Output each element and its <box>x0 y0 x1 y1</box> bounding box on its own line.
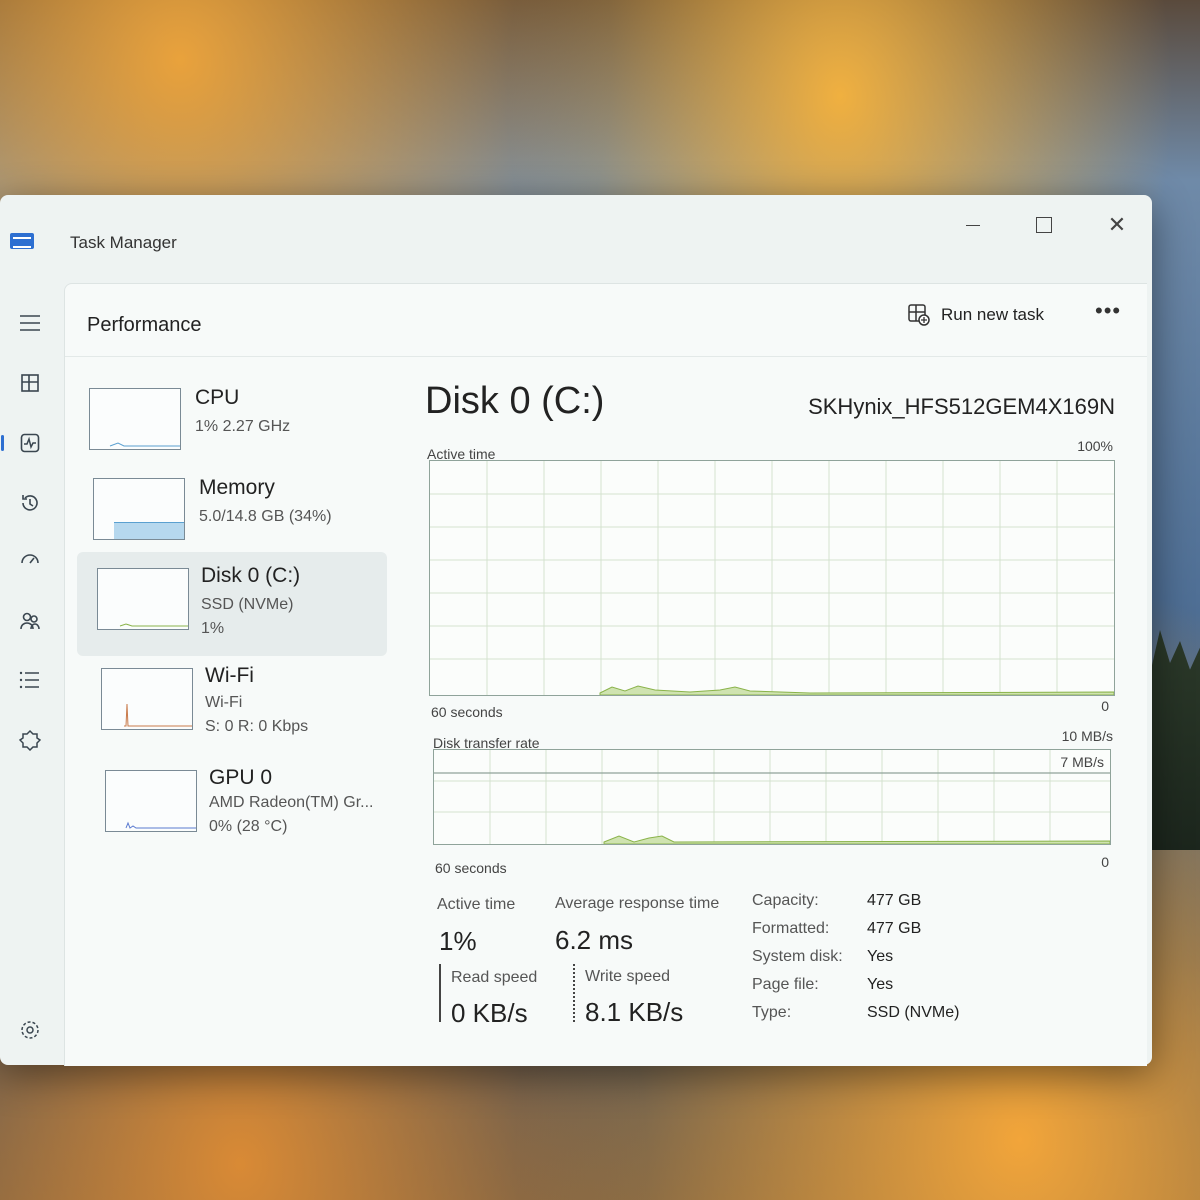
menu-button[interactable] <box>10 303 50 343</box>
resource-detail: Wi-Fi <box>205 694 243 711</box>
settings-button[interactable] <box>10 1010 50 1050</box>
cpu-thumbnail-graph <box>89 388 181 450</box>
nav-app-history[interactable] <box>10 483 50 523</box>
transfer-rate-max-label: 10 MB/s <box>1061 728 1113 744</box>
type-value: SSD (NVMe) <box>867 1004 960 1021</box>
users-icon <box>20 612 40 630</box>
minimize-icon <box>966 224 980 226</box>
resource-usage: 0% (28 °C) <box>209 818 288 835</box>
performance-panel: Performance Run new task ••• CPU 1% 2.27… <box>64 283 1147 1066</box>
resource-detail: AMD Radeon(TM) Gr... <box>209 794 374 811</box>
services-icon <box>19 729 41 751</box>
page-file-label: Page file: <box>752 976 819 993</box>
capacity-label: Capacity: <box>752 892 819 909</box>
write-speed-indicator <box>573 964 575 1022</box>
read-speed-value: 0 KB/s <box>451 998 528 1028</box>
type-label: Type: <box>752 1004 792 1021</box>
run-task-icon <box>908 304 930 326</box>
resource-detail: SSD (NVMe) <box>201 596 294 613</box>
task-manager-icon <box>10 233 34 249</box>
write-speed-value: 8.1 KB/s <box>585 997 684 1027</box>
processes-icon <box>21 374 39 392</box>
performance-icon <box>20 433 40 453</box>
run-new-task-label: Run new task <box>941 305 1044 324</box>
transfer-rate-duration-label: 60 seconds <box>435 860 507 876</box>
close-icon: ✕ <box>1107 212 1127 237</box>
disk-model: SKHynix_HFS512GEM4X169N <box>808 394 1115 419</box>
startup-icon <box>21 554 39 564</box>
resource-name: GPU 0 <box>209 766 273 789</box>
run-new-task-button[interactable]: Run new task <box>907 298 1044 332</box>
memory-usage-fill <box>114 522 184 539</box>
page-file-value: Yes <box>867 976 894 993</box>
resource-item-cpu[interactable]: CPU 1% 2.27 GHz <box>77 374 387 474</box>
nav-services[interactable] <box>10 720 50 760</box>
capacity-value: 477 GB <box>867 892 922 909</box>
resource-usage: 1% <box>201 620 225 637</box>
read-speed-label: Read speed <box>451 969 538 986</box>
resource-item-wifi[interactable]: Wi-Fi Wi-Fi S: 0 R: 0 Kbps <box>77 656 387 756</box>
active-time-min-label: 0 <box>1101 698 1109 714</box>
maximize-icon <box>1036 217 1052 233</box>
details-list-icon <box>19 671 39 689</box>
resource-name: CPU <box>195 386 240 409</box>
title-bar: Task Manager ✕ <box>0 195 1152 275</box>
background-trees <box>1150 630 1200 850</box>
active-time-stat-label: Active time <box>437 896 516 913</box>
resource-throughput: S: 0 R: 0 Kbps <box>205 718 309 735</box>
formatted-label: Formatted: <box>752 920 830 937</box>
transfer-rate-min-label: 0 <box>1101 854 1109 870</box>
resource-item-memory[interactable]: Memory 5.0/14.8 GB (34%) <box>77 464 387 564</box>
more-options-button[interactable]: ••• <box>1095 298 1121 324</box>
task-manager-window: Task Manager ✕ Performance Run new task … <box>0 195 1152 1066</box>
active-time-graph <box>429 460 1115 696</box>
formatted-value: 477 GB <box>867 920 922 937</box>
write-speed-label: Write speed <box>585 968 671 985</box>
transfer-rate-graph: 7 MB/s <box>433 749 1111 845</box>
history-icon <box>22 495 38 511</box>
minimize-button[interactable] <box>953 205 993 245</box>
memory-thumbnail-graph <box>93 478 185 540</box>
avg-response-label: Average response time <box>555 895 720 912</box>
resource-item-gpu0[interactable]: GPU 0 AMD Radeon(TM) Gr... 0% (28 °C) <box>77 756 387 856</box>
transfer-rate-mid-label: 7 MB/s <box>1060 754 1104 770</box>
resource-name: Memory <box>199 476 275 499</box>
maximize-button[interactable] <box>1024 205 1064 245</box>
nav-startup-apps[interactable] <box>10 541 50 581</box>
settings-gear-icon <box>21 1021 39 1039</box>
active-time-duration-label: 60 seconds <box>431 704 503 720</box>
resource-detail: 5.0/14.8 GB (34%) <box>199 508 332 525</box>
page-title: Performance <box>87 314 202 336</box>
nav-rail <box>0 275 60 1065</box>
disk-title: Disk 0 (C:) <box>425 380 605 422</box>
nav-processes[interactable] <box>10 363 50 403</box>
active-time-max-label: 100% <box>1077 438 1113 454</box>
active-time-stat-value: 1% <box>439 926 477 956</box>
resource-name: Disk 0 (C:) <box>201 564 301 587</box>
nav-details[interactable] <box>10 660 50 700</box>
close-button[interactable]: ✕ <box>1097 205 1137 245</box>
header-divider <box>65 356 1147 357</box>
read-speed-indicator <box>439 964 441 1022</box>
disk-thumbnail-graph <box>97 568 189 630</box>
hamburger-icon <box>20 315 40 331</box>
nav-performance[interactable] <box>1 423 50 463</box>
resource-detail: 1% 2.27 GHz <box>195 418 291 435</box>
system-disk-label: System disk: <box>752 948 843 965</box>
window-title: Task Manager <box>70 233 177 252</box>
avg-response-value: 6.2 ms <box>555 925 634 955</box>
resource-name: Wi-Fi <box>205 664 254 687</box>
gpu-thumbnail-graph <box>105 770 197 832</box>
nav-users[interactable] <box>10 601 50 641</box>
wifi-thumbnail-graph <box>101 668 193 730</box>
system-disk-value: Yes <box>867 948 894 965</box>
resource-item-disk0[interactable]: Disk 0 (C:) SSD (NVMe) 1% <box>77 552 387 656</box>
